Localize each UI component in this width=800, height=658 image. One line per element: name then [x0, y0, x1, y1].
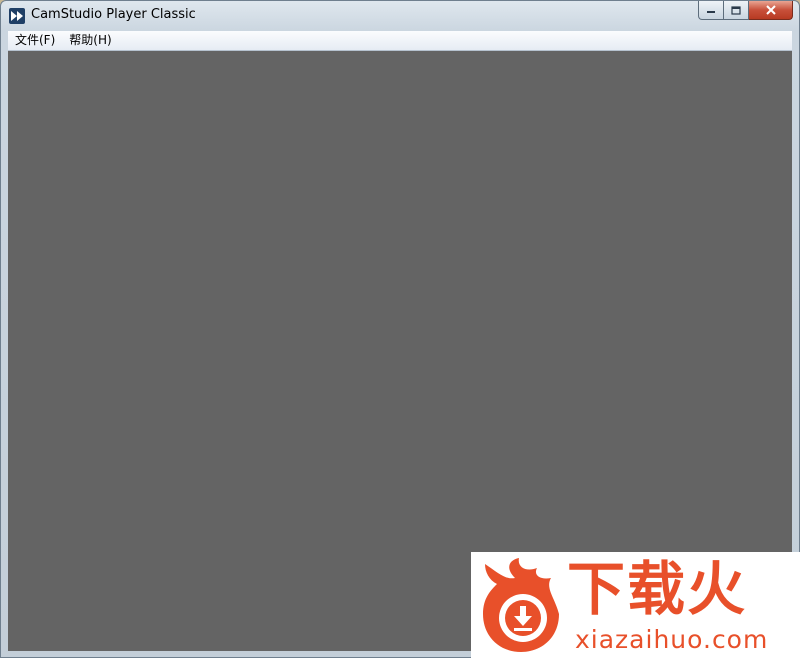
- window-title: CamStudio Player Classic: [31, 7, 196, 22]
- watermark-logo: 下载火 xiazaihuo.com: [471, 552, 800, 658]
- title-bar[interactable]: CamStudio Player Classic: [1, 1, 799, 30]
- minimize-icon: [707, 11, 715, 13]
- fast-forward-icon[interactable]: [9, 8, 25, 24]
- close-icon: [765, 5, 776, 15]
- watermark-brand: 下载火: [567, 555, 748, 623]
- caption-buttons: [698, 1, 793, 21]
- maximize-button[interactable]: [724, 1, 749, 20]
- menu-bar: 文件(F) 帮助(H): [8, 31, 792, 51]
- close-button[interactable]: [749, 1, 793, 20]
- menu-help[interactable]: 帮助(H): [62, 31, 118, 50]
- minimize-button[interactable]: [698, 1, 724, 20]
- maximize-icon: [731, 5, 741, 15]
- flame-logo-icon: [483, 558, 559, 652]
- watermark-domain: xiazaihuo.com: [575, 625, 769, 654]
- menu-file[interactable]: 文件(F): [8, 31, 62, 50]
